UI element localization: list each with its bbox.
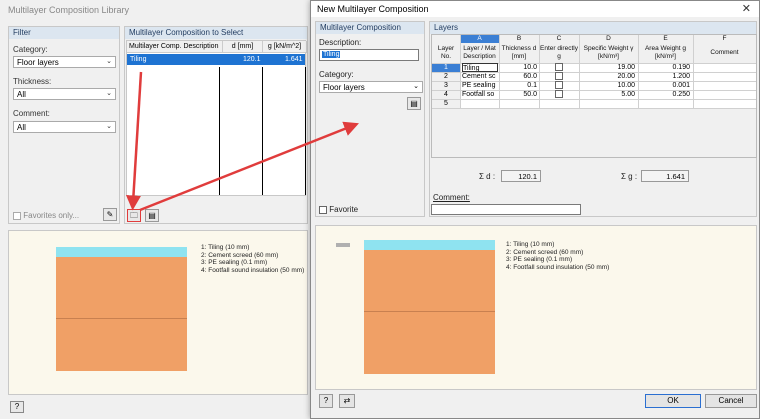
annotation-arrow-down xyxy=(125,71,143,211)
annotation-arrows xyxy=(125,71,359,212)
annotation-arrow-to-dialog xyxy=(139,121,359,212)
